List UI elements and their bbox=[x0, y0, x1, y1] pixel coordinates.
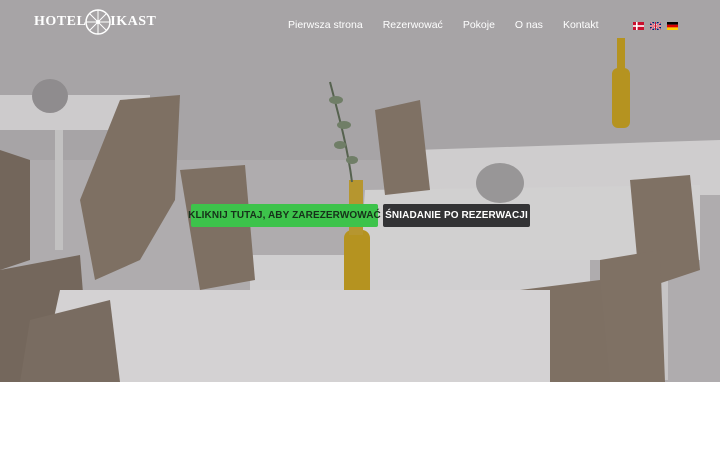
content-area bbox=[0, 382, 720, 450]
site-header: HOTEL IKAST Pierwsza strona Rezerwować P… bbox=[0, 0, 720, 50]
logo-text-left: HOTEL bbox=[34, 14, 87, 29]
main-navigation: Pierwsza strona Rezerwować Pokoje O nas … bbox=[288, 19, 619, 31]
breakfast-button[interactable]: ŚNIADANIE PO REZERWACJI bbox=[383, 204, 530, 227]
hero-section: HOTEL IKAST Pierwsza strona Rezerwować P… bbox=[0, 0, 720, 382]
nav-item-rooms[interactable]: Pokoje bbox=[463, 19, 495, 31]
language-switcher bbox=[633, 22, 678, 30]
nav-item-home[interactable]: Pierwsza strona bbox=[288, 19, 363, 31]
nav-item-contact[interactable]: Kontakt bbox=[563, 19, 599, 31]
nav-item-book[interactable]: Rezerwować bbox=[383, 19, 443, 31]
hotel-logo[interactable]: HOTEL IKAST bbox=[34, 8, 156, 36]
wheel-logo-icon bbox=[84, 8, 112, 36]
book-now-button[interactable]: KLIKNIJ TUTAJ, ABY ZAREZERWOWAĆ bbox=[188, 204, 381, 227]
nav-item-about[interactable]: O nas bbox=[515, 19, 543, 31]
danish-flag-icon[interactable] bbox=[633, 22, 644, 30]
hero-cta-group: KLIKNIJ TUTAJ, ABY ZAREZERWOWAĆ ŚNIADANI… bbox=[188, 204, 530, 227]
logo-text-right: IKAST bbox=[110, 14, 157, 29]
german-flag-icon[interactable] bbox=[667, 22, 678, 30]
hero-overlay bbox=[0, 0, 720, 382]
uk-flag-icon[interactable] bbox=[650, 22, 661, 30]
